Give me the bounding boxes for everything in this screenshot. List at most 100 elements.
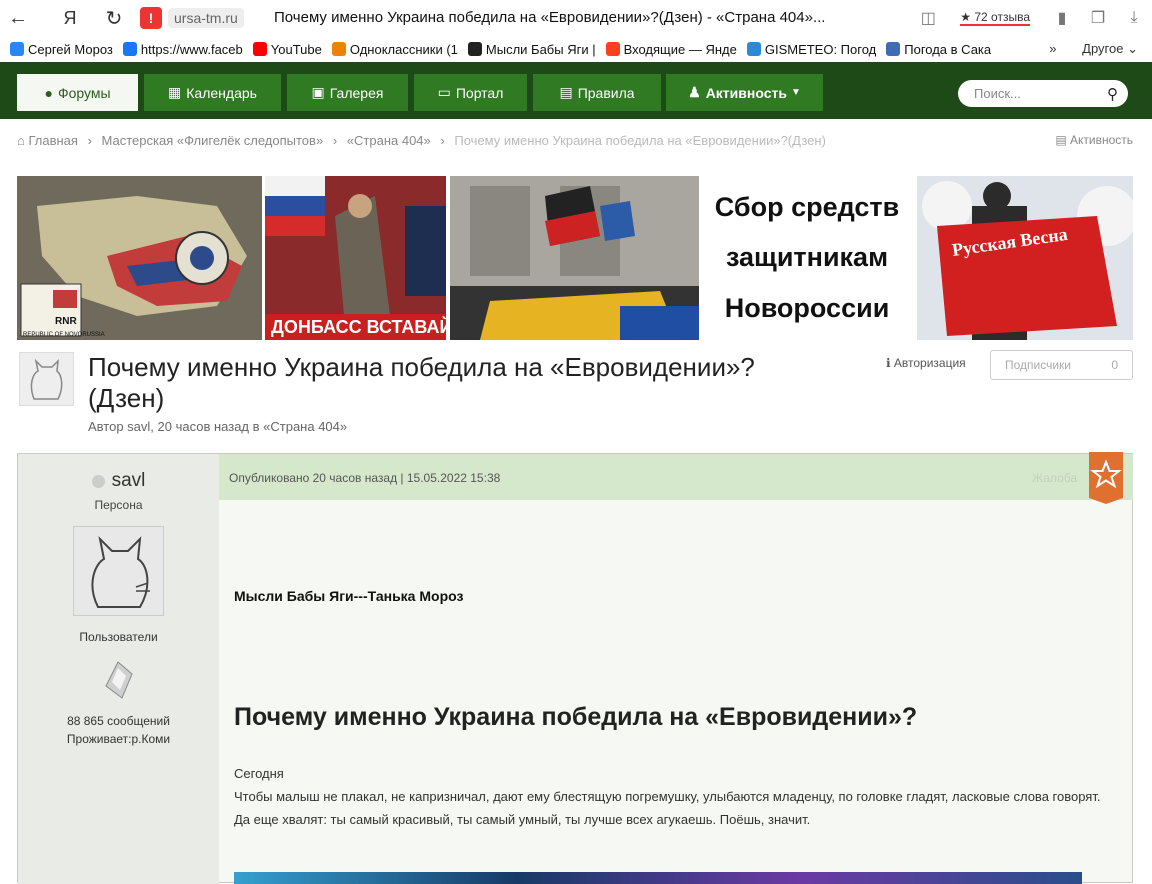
activity-link[interactable]: ▤ Активность [1055,133,1133,147]
article-text: Сегодня Чтобы малыш не плакал, не каприз… [234,762,1114,831]
warning-icon: ! [140,7,162,29]
tab-forums[interactable]: ● Форумы [17,74,138,111]
tab-portal[interactable]: ▭ Портал [414,74,527,111]
reload-icon[interactable]: ↻ [96,0,132,36]
tab-calendar[interactable]: ▦ Календарь [144,74,281,111]
page-tab-title: Почему именно Украина победила на «Евров… [274,9,826,26]
extensions-icon[interactable]: ◫ [910,8,946,28]
article-paragraph: Чтобы малыш не плакал, не капризничал, д… [234,789,1101,827]
poster-caption-text: ДОНБАСС ВСТАВАЙ! [271,316,446,337]
bookmark-item[interactable]: Погода в Сака [886,42,991,57]
bookmark-item[interactable]: GISMETEO: Погод [746,41,877,57]
fundraising-line-2: защитникам [725,242,889,273]
topic-meta: Автор savl, 20 часов назад в «Страна 404… [88,419,348,434]
author-group: Пользователи [79,630,158,644]
browser-right-tools: ◫ ★ 72 отзыва ▮ ❐ ⤓ [910,0,1152,36]
login-link[interactable]: ℹ Авторизация [886,356,966,370]
caret-down-icon: ▼ [790,87,801,98]
spring-photo: Русская Весна [917,176,1133,340]
post-author-panel: savl Персона Пользователи 88 865 сообщен… [18,454,219,884]
rally-photo-banner[interactable] [450,176,699,340]
other-bookmarks-label: Другое [1082,41,1124,56]
donbass-poster-banner[interactable]: ДОНБАСС ВСТАВАЙ! [265,176,446,340]
breadcrumb-forum[interactable]: «Страна 404» [347,133,431,148]
author-name-text: savl [111,470,146,491]
bookmark-favicon-icon [252,42,267,56]
image-icon: ▣ [311,84,325,100]
fundraising-line-3: Новороссии [724,293,890,324]
tab-gallery[interactable]: ▣ Галерея [287,74,408,111]
featured-star-icon[interactable] [1089,452,1123,504]
map-illustration: RNR REPUBLIC OF NOVORUSSIA [17,176,262,340]
bookmark-label: YouTube [270,41,322,57]
bookmark-item[interactable]: Мысли Бабы Яги | [467,41,596,57]
article-image[interactable] [234,872,1082,884]
novorossia-map-banner[interactable]: RNR REPUBLIC OF NOVORUSSIA [17,176,262,340]
breadcrumb-separator: › [332,133,338,148]
tab-activity[interactable]: ♟ Активность ▼ [666,74,823,111]
activity-label: Активность [1069,133,1133,147]
bookmark-favicon-icon [331,42,346,56]
other-bookmarks[interactable]: » Другое ⌄ [1049,41,1138,57]
poster-illustration: ДОНБАСС ВСТАВАЙ! [265,176,446,340]
cat-avatar-icon [30,358,63,400]
bookmark-favicon-icon [605,42,620,56]
breadcrumb-topic: Почему именно Украина победила на «Евров… [454,133,826,148]
home-icon: ⌂ [17,133,29,148]
fundraising-banner[interactable]: Сбор средств защитникам Новороссии [699,176,915,340]
bookmark-favicon-icon [746,42,761,56]
topic-header: Почему именно Украина победила на «Евров… [18,350,1134,442]
breadcrumb-separator: › [440,133,445,148]
site-reviews-link[interactable]: ★ 72 отзыва [960,10,1030,26]
newspaper-icon: ▤ [559,84,573,100]
tab-rules[interactable]: ▤ Правила [533,74,661,111]
breadcrumb-home[interactable]: Главная [28,133,77,148]
post-count: 88 865 сообщений [67,714,170,728]
bookmarks-bar: Сергей Мороз https://www.faceb YouTube Одно… [0,37,1152,61]
topic-author-avatar[interactable] [19,352,74,406]
back-arrow-icon[interactable]: ← [0,0,36,36]
tab-label: Портал [455,84,504,101]
yandex-logo-icon[interactable]: Я [52,0,88,36]
search-icon[interactable]: ⚲ [1107,85,1118,103]
subscribe-button[interactable]: Подписчики 0 [990,350,1133,380]
bookmark-label: Входящие — Янде [623,41,737,57]
bookmark-label: Мысли Бабы Яги | [485,41,596,57]
forum-post: savl Персона Пользователи 88 865 сообщен… [17,452,1133,884]
bookmark-item[interactable]: Входящие — Янде [605,41,737,57]
bookmark-icon[interactable]: ▮ [1044,8,1080,28]
russian-spring-banner[interactable]: Русская Весна [917,176,1133,340]
bookmark-favicon-icon [122,42,137,56]
author-avatar[interactable] [73,526,164,616]
breadcrumb-workshop[interactable]: Мастерская «Флигелёк следопытов» [102,133,324,148]
subscribers-label: Подписчики [1005,358,1072,372]
bookmark-item[interactable]: Одноклассники (1 [331,41,458,57]
map-badge-text: RNR [55,316,77,327]
bookmark-label: Погода в Сака [904,41,992,57]
bookmark-favicon-icon [10,42,24,56]
tab-label: Форумы [57,84,111,101]
bookmark-item[interactable]: Сергей Мороз [10,42,113,57]
comment-icon: ● [44,84,53,101]
post-body: Мысли Бабы Яги---Танька Мороз Почему име… [219,500,1133,884]
collections-icon[interactable]: ❐ [1080,8,1116,28]
search-placeholder: Поиск... [974,86,1021,101]
breadcrumb: ⌂ Главная › Мастерская «Флигелёк следопы… [17,133,826,148]
fundraising-line-1: Сбор средств [714,191,900,222]
bookmark-item[interactable]: https://www.faceb [122,42,243,57]
bookmark-label: GISMETEO: Погод [764,41,877,57]
info-icon: ℹ [886,356,894,370]
download-icon[interactable]: ⤓ [1116,9,1152,27]
bookmark-label: Одноклассники (1 [349,41,458,57]
address-bar[interactable]: ! ursa-tm.ru [140,6,244,30]
activity-icon: ▤ [1055,133,1070,147]
report-link[interactable]: Жалоба [1032,471,1077,485]
author-name[interactable]: savl [18,470,219,492]
bookmark-item[interactable]: YouTube [252,41,322,57]
domain-label: ursa-tm.ru [168,8,244,28]
bookmark-label: Сергей Мороз [28,41,113,57]
page-content: ⌂ Главная › Мастерская «Флигелёк следопы… [0,119,1152,884]
cat-avatar-icon [91,535,150,608]
tab-label: Активность [705,84,787,101]
search-input[interactable]: Поиск... ⚲ [958,80,1128,107]
